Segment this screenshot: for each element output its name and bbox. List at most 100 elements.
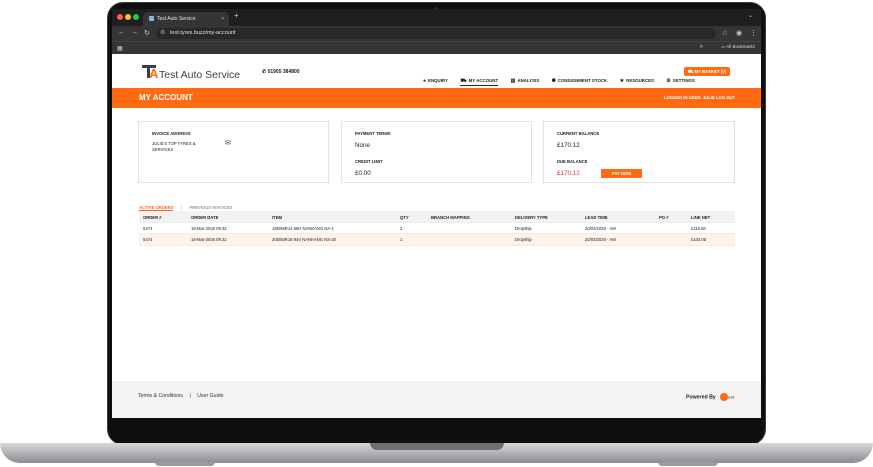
all-bookmarks-button[interactable]: ▭ All Bookmarks [721, 44, 755, 50]
site-footer: Terms & Conditions | User Guide Powered … [112, 381, 761, 418]
phone-number[interactable]: ✆ 01905 384800 [262, 69, 300, 75]
terms-link[interactable]: Terms & Conditions [138, 393, 183, 399]
page-content: A Test Auto Service ✆ 01905 384800 ● Enqu… [112, 54, 761, 418]
tab-previous-invoices[interactable]: PREVIOUS INVOICES [189, 205, 232, 210]
new-tab-button[interactable]: + [234, 11, 239, 20]
basket-label: MY BASKET (0) [694, 69, 727, 74]
cell-order-date: 18-Mar-2026 09:32 [191, 237, 227, 242]
close-window-button[interactable] [117, 14, 123, 20]
current-balance-label: CURRENT BALANCE [557, 131, 600, 136]
site-info-icon[interactable]: ⚙ [160, 28, 165, 39]
nav-enquiry-label: Enquiry [428, 78, 448, 83]
col-qty[interactable]: QTY [400, 215, 409, 220]
cell-lead-time: 20/03/2026 - AM [585, 237, 616, 242]
logo-mark-icon: A [142, 63, 158, 81]
profile-icon[interactable]: ◉ [736, 29, 742, 37]
tab-close-icon[interactable]: × [221, 12, 224, 26]
nav-settings[interactable]: ⚙ Settings [666, 78, 694, 84]
user-guide-link[interactable]: User Guide [197, 393, 223, 399]
nav-analysis-label: Analysis [517, 78, 540, 83]
logout-link[interactable]: LOG OUT [716, 95, 735, 100]
current-balance-value: £170.12 [557, 142, 580, 149]
brand-name: Test Auto Service [159, 69, 241, 81]
nav-resources-label: Resources [626, 78, 654, 83]
cart-icon: ⛟ [460, 78, 467, 84]
invoice-address-card: INVOICE ADDRESS JULIE'S TOP TYRES & SERV… [138, 121, 329, 183]
forward-icon[interactable]: → [131, 29, 138, 36]
tab-bar: Test Auto Service × + ⌄ [112, 9, 761, 26]
table-row[interactable]: 5474 18-Mar-2026 09:32 205/55R16 94V NAN… [139, 234, 735, 246]
bookmarks-overflow-icon[interactable]: » [700, 44, 703, 50]
col-order-number[interactable]: ORDER # [143, 215, 162, 220]
cell-qty: 1 [400, 237, 403, 242]
reload-icon[interactable]: ↻ [144, 29, 150, 37]
credit-limit-value: £0.00 [355, 170, 371, 177]
main-nav: ● Enquiry ⛟ My Account ▥ Analysis ✺ Consignm… [423, 69, 703, 87]
url-input[interactable]: ⚙ test.tyres.buzz/my-account ☆ [156, 28, 728, 39]
apps-grid-icon[interactable]: ▦ [117, 45, 123, 52]
minimize-window-button[interactable] [125, 14, 131, 20]
laptop-foot-right [658, 462, 718, 466]
payment-terms-card: PAYMENT TERMS None CREDIT LIMIT £0.00 [341, 121, 532, 183]
due-balance-value: £170.12 [557, 170, 580, 177]
phone-text: 01905 384800 [267, 69, 300, 75]
payment-terms-label: PAYMENT TERMS [355, 131, 391, 136]
nav-enquiry[interactable]: ● Enquiry [423, 78, 448, 84]
cell-order-number: 5474 [143, 225, 153, 231]
tab-title: Test Auto Service [157, 16, 196, 22]
nav-resources[interactable]: ★ Resources [620, 78, 654, 84]
footer-separator: | [189, 393, 191, 399]
browser-window: Test Auto Service × + ⌄ ← → ↻ ⚙ test.tyr… [112, 9, 761, 418]
col-item[interactable]: ITEM [272, 215, 282, 220]
tab-separator: | [180, 205, 182, 210]
cell-item: 185/65R14 86H NANKANG NA-1 [272, 225, 334, 231]
all-bookmarks-label: All Bookmarks [726, 44, 755, 49]
cell-line-net: £115.50 [691, 225, 706, 231]
page-title: MY ACCOUNT [139, 93, 193, 102]
balance-card: CURRENT BALANCE £170.12 DUE BALANCE £170… [543, 121, 735, 183]
bookmarks-bar: ▦ » ▭ All Bookmarks [112, 41, 761, 54]
nav-settings-label: Settings [672, 78, 695, 83]
back-icon[interactable]: ← [118, 29, 125, 36]
chat-icon: ● [423, 78, 427, 84]
nav-my-account-label: My Account [468, 78, 499, 83]
logged-in-user: LOGGED IN USER: Julie [664, 95, 715, 100]
cell-item: 205/55R16 94V NANKANG NS-20 [272, 237, 337, 242]
mail-icon[interactable]: ✉ [225, 139, 231, 147]
col-delivery-type[interactable]: DELIVERY TYPE [515, 215, 548, 220]
tab-list-chevron-icon[interactable]: ⌄ [748, 12, 753, 19]
menu-kebab-icon[interactable]: ⋮ [750, 29, 757, 37]
col-order-date[interactable]: ORDER DATE [191, 215, 218, 220]
nav-consignment-label: Consignment Stock [557, 78, 608, 83]
nav-consignment-stock[interactable]: ✺ Consignment Stock [552, 78, 608, 84]
browser-tab[interactable]: Test Auto Service × [143, 12, 229, 26]
col-branch-mapping[interactable]: BRANCH MAPPING [431, 215, 470, 220]
settings-icon: ⚙ [666, 78, 671, 84]
cell-lead-time: 20/03/2026 - AM [585, 225, 616, 231]
invoice-address-value: JULIE'S TOP TYRES & SERVICES [152, 141, 196, 152]
col-po-number[interactable]: PO # [659, 215, 669, 220]
powered-by-label: Powered By [686, 394, 716, 401]
powered-by-logo-text: net [728, 394, 735, 400]
invoice-address-label: INVOICE ADDRESS [152, 131, 191, 136]
table-row[interactable]: 5474 18-Mar-2026 09:32 185/65R14 86H NAN… [139, 223, 735, 234]
pay-now-button[interactable]: PAY NOW [601, 169, 642, 178]
orders-table: ORDER # ORDER DATE ITEM QTY BRANCH MAPPI… [139, 211, 735, 246]
nav-analysis[interactable]: ▥ Analysis [511, 78, 540, 84]
powered-by-logo-icon[interactable] [720, 393, 729, 401]
cell-order-date: 18-Mar-2026 09:32 [191, 225, 227, 231]
bookmark-star-icon[interactable]: ☆ [722, 28, 728, 39]
maximize-window-button[interactable] [133, 14, 139, 20]
payment-terms-value: None [355, 142, 371, 149]
nav-my-account[interactable]: ⛟ My Account [460, 78, 499, 86]
url-text: test.tyres.buzz/my-account [170, 30, 236, 36]
cell-qty: 2 [400, 225, 403, 231]
address-bar: ← → ↻ ⚙ test.tyres.buzz/my-account ☆ ◉ ⋮ [112, 26, 761, 41]
footer-links: Terms & Conditions | User Guide [138, 393, 224, 399]
cell-delivery-type: Dropship [515, 237, 532, 242]
gear-icon: ✺ [551, 78, 556, 84]
col-line-net[interactable]: LINE NET [691, 215, 710, 220]
col-lead-time[interactable]: LEAD TIME [585, 215, 608, 220]
credit-limit-label: CREDIT LIMIT [355, 159, 383, 164]
my-basket-button[interactable]: ⛟ MY BASKET (0) [684, 67, 730, 76]
